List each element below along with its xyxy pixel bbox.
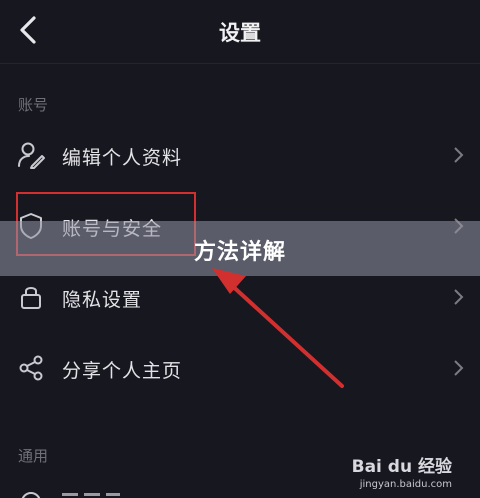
section-label-general: 通用 <box>18 447 49 465</box>
partial-row-icon <box>21 492 41 498</box>
watermark: Bai du 经验 jingyan.baidu.com <box>352 452 452 490</box>
lock-icon <box>21 287 41 309</box>
section-label-account: 账号 <box>18 96 49 114</box>
edit-profile-icon <box>18 142 45 169</box>
overlay-banner: 方法详解 <box>0 221 480 276</box>
header-bar: 设置 <box>0 0 480 64</box>
banner-title: 方法详解 <box>193 240 286 265</box>
row-label-share-profile: 分享个人主页 <box>62 360 183 382</box>
chevron-right-icon <box>454 147 464 163</box>
page-title: 设置 <box>219 21 261 45</box>
row-label-privacy-settings: 隐私设置 <box>62 289 143 311</box>
row-share-profile[interactable]: 分享个人主页 <box>0 333 480 403</box>
watermark-logo: Bai du 经验 <box>351 457 452 477</box>
row-label-edit-profile: 编辑个人资料 <box>62 147 183 169</box>
chevron-right-icon <box>454 360 464 376</box>
share-icon <box>19 355 43 381</box>
watermark-url: jingyan.baidu.com <box>359 479 452 490</box>
chevron-right-icon <box>454 289 464 305</box>
partial-row-label <box>62 493 120 496</box>
row-edit-profile[interactable]: 编辑个人资料 <box>0 120 480 190</box>
